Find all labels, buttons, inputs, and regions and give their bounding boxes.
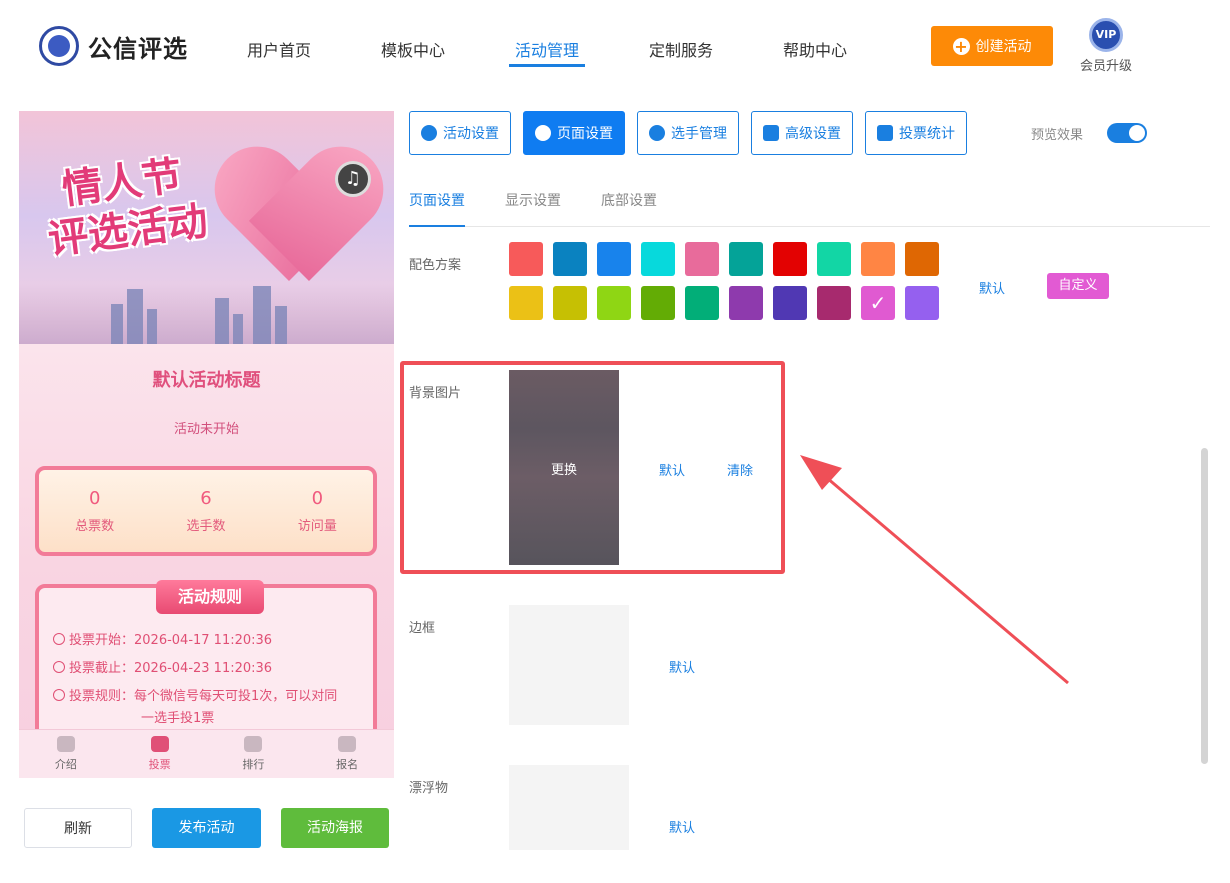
nav-user-home[interactable]: 用户首页	[247, 37, 311, 61]
scrollbar[interactable]	[1201, 448, 1208, 764]
nav-template-center[interactable]: 模板中心	[381, 37, 445, 61]
signup-icon	[338, 736, 357, 752]
vip-badge-icon: VIP	[1089, 18, 1123, 52]
rules-title: 活动规则	[156, 580, 264, 614]
color-swatch[interactable]	[817, 286, 851, 320]
tab-signup[interactable]: 报名	[300, 730, 394, 778]
vip-upgrade[interactable]: VIP 会员升级	[1078, 18, 1134, 74]
preview-tabbar: 介绍 投票 排行 报名	[19, 729, 394, 778]
ranking-icon	[244, 736, 263, 752]
clock-icon	[53, 633, 65, 645]
activity-poster-button[interactable]: 活动海报	[281, 808, 389, 848]
users-icon	[649, 125, 665, 141]
tab-vote[interactable]: 投票	[113, 730, 207, 778]
activity-status: 活动未开始	[173, 422, 239, 437]
star-icon	[421, 125, 437, 141]
publish-activity-button[interactable]: 发布活动	[152, 808, 261, 848]
tab-ranking[interactable]: 排行	[207, 730, 301, 778]
subtab-footer-settings[interactable]: 底部设置	[601, 190, 657, 210]
border-default-link[interactable]: 默认	[669, 657, 695, 676]
clock-icon	[53, 661, 65, 673]
vip-upgrade-label: 会员升级	[1079, 59, 1132, 74]
advanced-settings-button[interactable]: 高级设置	[751, 111, 853, 155]
plus-circle-icon: +	[952, 36, 970, 56]
color-swatch[interactable]	[729, 242, 763, 276]
rule-vote-end: 投票截止：2026-04-23 11:20:36	[53, 658, 272, 680]
color-swatch[interactable]	[685, 286, 719, 320]
music-note-icon[interactable]: ♫	[335, 161, 371, 197]
color-swatch[interactable]	[685, 242, 719, 276]
color-swatch[interactable]	[509, 242, 543, 276]
page-settings-button[interactable]: 页面设置	[523, 111, 625, 155]
preview-effect-label: 预览效果	[1031, 128, 1084, 143]
subtab-page-settings[interactable]: 页面设置	[409, 190, 465, 210]
color-swatch[interactable]	[773, 286, 807, 320]
nav-help-center[interactable]: 帮助中心	[783, 37, 847, 61]
preview-body: 默认活动标题 活动未开始 0 总票数 6 选手数 0 访问量 活动规则 投票开始…	[19, 344, 394, 778]
nav-active-indicator	[509, 64, 585, 67]
rule-vote-policy-cont: 一选手投1票	[141, 711, 215, 726]
color-swatch[interactable]	[597, 242, 631, 276]
nav-custom-service[interactable]: 定制服务	[649, 37, 713, 61]
border-thumbnail[interactable]	[509, 605, 629, 725]
brand-logo[interactable]: 公信评选	[39, 26, 188, 66]
color-custom-button[interactable]: 自定义	[1047, 273, 1109, 299]
rule-vote-policy: 投票规则：每个微信号每天可投1次，可以对同	[53, 686, 337, 708]
stat-visits: 0 访问量	[297, 488, 337, 534]
stats-panel: 0 总票数 6 选手数 0 访问量	[35, 466, 377, 556]
preview-banner: 情人节 评选活动 ♫	[19, 111, 394, 344]
bar-chart-icon	[877, 125, 893, 141]
highlight-box	[400, 361, 785, 574]
mobile-preview: 情人节 评选活动 ♫ 默认活动标题 活动未开始 0 总票数 6 选手数 0 访问…	[19, 111, 394, 778]
preview-effect-toggle[interactable]	[1107, 123, 1147, 143]
intro-icon	[56, 736, 75, 752]
subtab-display-settings[interactable]: 显示设置	[505, 190, 561, 210]
banner-title: 情人节 评选活动	[45, 152, 211, 264]
top-header: 公信评选 用户首页 模板中心 活动管理 定制服务 帮助中心 + 创建活动 VIP…	[0, 0, 1230, 95]
vote-heart-icon	[150, 736, 169, 752]
subtab-divider	[409, 226, 1210, 227]
color-swatch[interactable]	[509, 286, 543, 320]
color-swatch[interactable]	[861, 242, 895, 276]
stat-contestants: 6 选手数	[186, 488, 226, 534]
color-swatch[interactable]	[641, 242, 675, 276]
border-label: 边框	[409, 621, 436, 636]
subtab-active-indicator	[409, 225, 465, 227]
create-activity-button[interactable]: + 创建活动	[931, 26, 1053, 66]
color-swatch[interactable]	[773, 242, 807, 276]
floater-label: 漂浮物	[409, 781, 449, 796]
color-swatch[interactable]	[729, 286, 763, 320]
city-skyline	[19, 284, 394, 344]
stat-total-votes: 0 总票数	[75, 488, 115, 534]
color-swatch[interactable]	[817, 242, 851, 276]
activity-settings-button[interactable]: 活动设置	[409, 111, 511, 155]
nav-activity-management[interactable]: 活动管理	[515, 37, 579, 61]
color-swatch[interactable]	[553, 242, 587, 276]
gear-icon	[535, 125, 551, 141]
color-scheme-label: 配色方案	[409, 258, 462, 273]
tab-intro[interactable]: 介绍	[19, 730, 113, 778]
color-swatch[interactable]	[597, 286, 631, 320]
advanced-gear-icon	[763, 125, 779, 141]
color-swatch[interactable]	[641, 286, 675, 320]
rule-vote-start: 投票开始：2026-04-17 11:20:36	[53, 630, 272, 652]
create-activity-label: 创建活动	[975, 39, 1032, 55]
color-swatch[interactable]	[905, 286, 939, 320]
vote-statistics-button[interactable]: 投票统计	[865, 111, 967, 155]
scale-emblem-icon	[39, 26, 79, 66]
refresh-button[interactable]: 刷新	[24, 808, 132, 848]
color-swatch[interactable]	[861, 286, 895, 320]
color-swatch[interactable]	[905, 242, 939, 276]
info-icon	[53, 689, 65, 701]
color-default-link[interactable]: 默认	[979, 278, 1005, 297]
brand-name: 公信评选	[88, 34, 188, 63]
floater-thumbnail[interactable]	[509, 765, 629, 850]
activity-title: 默认活动标题	[152, 370, 261, 391]
color-swatch[interactable]	[553, 286, 587, 320]
floater-default-link[interactable]: 默认	[669, 817, 695, 836]
contestant-management-button[interactable]: 选手管理	[637, 111, 739, 155]
annotation-arrow-icon	[800, 455, 1069, 685]
